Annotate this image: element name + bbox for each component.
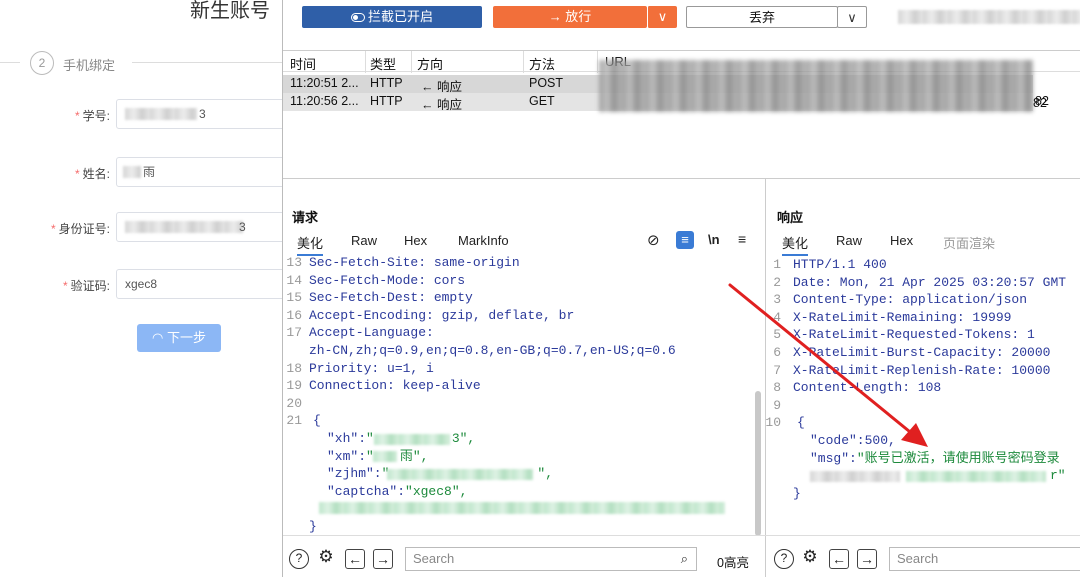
arrow-right-icon[interactable]: → [857, 549, 877, 569]
chevron-down-icon: ∨ [847, 10, 857, 25]
captcha-label: * 验证码: [62, 279, 110, 293]
name-input[interactable]: 雨 [116, 157, 286, 187]
newline-icon[interactable]: \n [708, 232, 720, 247]
footer-divider [283, 535, 1080, 536]
form-title: 新生账号 [190, 0, 270, 22]
intercept-toggle-button[interactable]: 拦截已开启 [302, 6, 482, 28]
tab-render[interactable]: 页面渲染 [943, 233, 995, 252]
id-card-label: * 身份证号: [50, 222, 110, 236]
tab-pretty[interactable]: 美化 [782, 233, 809, 256]
tab-raw[interactable]: Raw [351, 233, 377, 248]
col-time[interactable]: 时间 [290, 54, 316, 73]
next-step-button[interactable]: ◠ 下一步 [137, 324, 221, 352]
step-line [0, 62, 20, 63]
redacted-value [125, 221, 243, 233]
col-direction[interactable]: 方向 [417, 54, 443, 73]
request-pane: 请求 美化 Raw Hex MarkInfo ⊘ ≡ \n ≡ 13 Sec-F… [283, 179, 765, 577]
redacted-value [319, 502, 725, 514]
wrap-icon[interactable]: ≡ [676, 231, 694, 249]
redacted-value [387, 469, 533, 480]
student-id-label: * 学号: [74, 109, 110, 123]
drop-dropdown-button[interactable]: ∨ [837, 6, 867, 28]
redacted-value [810, 471, 900, 482]
redacted-value [123, 166, 141, 178]
loading-icon: ◠ [152, 330, 164, 345]
search-icon: ⌕ [680, 551, 688, 566]
col-type[interactable]: 类型 [370, 54, 396, 73]
gear-icon[interactable]: ⚙ [316, 548, 336, 568]
gear-icon[interactable]: ⚙ [800, 548, 820, 568]
step-line [132, 62, 282, 63]
step-label: 手机绑定 [63, 58, 116, 73]
eye-off-icon[interactable]: ⊘ [647, 231, 660, 249]
search-input[interactable]: Search [889, 547, 1080, 571]
tab-markinfo[interactable]: MarkInfo [458, 233, 509, 248]
redacted-toolbar-area [898, 10, 1080, 24]
captcha-input[interactable]: xgec8 [116, 269, 286, 299]
step-number: 2 [30, 51, 54, 75]
response-pane: 响应 美化 Raw Hex 页面渲染 1 HTTP/1.1 400 2 Date… [766, 179, 1080, 577]
arrow-left-icon[interactable]: ← [345, 549, 365, 569]
tab-hex[interactable]: Hex [890, 233, 913, 248]
name-label: * 姓名: [74, 167, 110, 181]
response-editor[interactable]: 1 HTTP/1.1 400 2 Date: Mon, 21 Apr 2025 … [766, 256, 1080, 538]
col-method[interactable]: 方法 [529, 54, 555, 73]
menu-icon[interactable]: ≡ [738, 231, 746, 247]
intercept-tool-window: 拦截已开启 → 放行 ∨ 丢弃 ∨ 时间 类型 方向 方法 URL 11:20:… [282, 0, 1080, 577]
redacted-value [374, 434, 450, 445]
arrow-right-icon[interactable]: → [373, 549, 393, 569]
help-icon[interactable]: ? [289, 549, 309, 569]
toggle-icon [350, 13, 365, 22]
request-title: 请求 [292, 210, 319, 225]
student-id-input[interactable]: 3 [116, 99, 286, 129]
forward-dropdown-button[interactable]: ∨ [647, 6, 677, 28]
search-input[interactable]: Search ⌕ [405, 547, 697, 571]
help-icon[interactable]: ? [774, 549, 794, 569]
tab-raw[interactable]: Raw [836, 233, 862, 248]
background-web-form: 新生账号 2 手机绑定 * 学号: 3 * 姓名: 雨 * 身份证号: 3 * 验证码:… [0, 0, 286, 577]
request-editor[interactable]: 13 Sec-Fetch-Site: same-origin 14 Sec-Fe… [283, 254, 753, 536]
redacted-url [599, 60, 1033, 112]
redacted-value [125, 108, 197, 120]
redacted-value [906, 471, 1046, 482]
redacted-value [373, 451, 397, 462]
tab-hex[interactable]: Hex [404, 233, 427, 248]
scrollbar[interactable] [755, 391, 761, 536]
highlight-count: 0高亮 [717, 556, 749, 570]
response-title: 响应 [777, 210, 804, 225]
drop-button[interactable]: 丢弃 [686, 6, 838, 28]
forward-button[interactable]: → 放行 [493, 6, 647, 28]
arrow-left-icon[interactable]: ← [829, 549, 849, 569]
id-card-input[interactable]: 3 [116, 212, 286, 242]
chevron-down-icon: ∨ [657, 9, 668, 24]
tab-pretty[interactable]: 美化 [297, 233, 324, 256]
